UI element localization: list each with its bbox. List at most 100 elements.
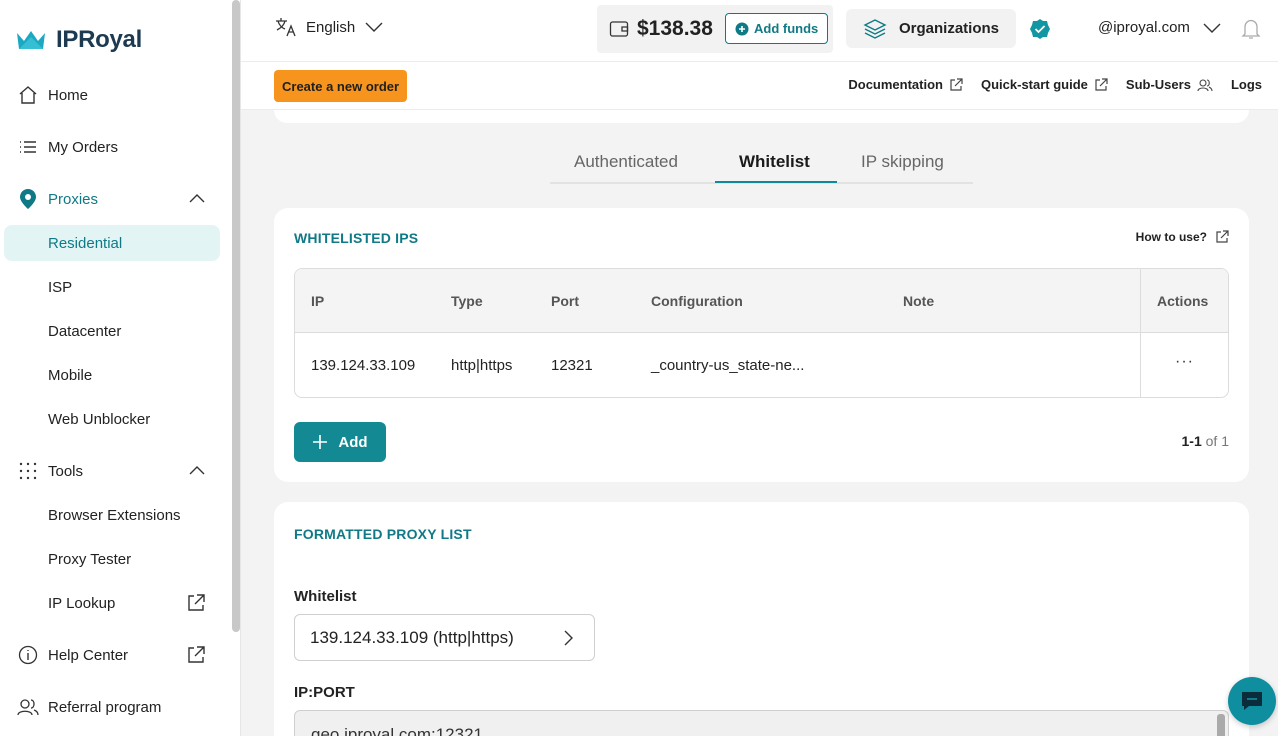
- external-link-icon: [950, 77, 963, 91]
- sidebar-item-isp[interactable]: ISP: [4, 269, 220, 305]
- pagination-range: 1-1: [1181, 433, 1202, 449]
- chevron-up-icon[interactable]: [188, 463, 206, 480]
- how-to-use-label: How to use?: [1135, 230, 1207, 244]
- top-header: English $138.38 Add funds Organizations …: [241, 0, 1278, 62]
- sub-users-label: Sub-Users: [1125, 77, 1191, 92]
- balance-amount: $138.38: [637, 17, 713, 40]
- layers-icon: [863, 18, 887, 39]
- row-actions-menu-button[interactable]: ···: [1175, 353, 1194, 371]
- language-selector[interactable]: English: [275, 17, 384, 37]
- verified-badge-icon: [1029, 18, 1051, 45]
- whitelist-select[interactable]: 139.124.33.109 (http|https): [294, 614, 595, 661]
- ip-port-value: geo.iproyal.com:12321: [311, 725, 484, 736]
- sidebar-item-mobile[interactable]: Mobile: [4, 357, 220, 393]
- bell-icon[interactable]: [1241, 18, 1261, 45]
- sidebar-item-label: IP Lookup: [48, 594, 116, 612]
- chevron-up-icon[interactable]: [188, 191, 206, 208]
- whitelist-field-label: Whitelist: [294, 588, 357, 605]
- textarea-scrollbar[interactable]: [1217, 714, 1225, 736]
- column-header-type: Type: [451, 293, 483, 309]
- column-header-configuration: Configuration: [651, 293, 743, 309]
- table-header: IP Type Port Configuration Note: [295, 269, 1228, 333]
- add-label: Add: [338, 433, 368, 451]
- sidebar: IPRoyal Home My Orders Proxies Residenti…: [0, 0, 241, 736]
- create-order-button[interactable]: Create a new order: [274, 70, 408, 102]
- external-link-icon: [1216, 230, 1229, 243]
- tab-whitelist[interactable]: Whitelist: [739, 152, 810, 172]
- sidebar-item-proxies[interactable]: Proxies: [4, 181, 220, 217]
- cell-type: http|https: [451, 357, 513, 374]
- users-icon: [1197, 78, 1213, 91]
- whitelist-selected-value: 139.124.33.109 (http|https): [310, 627, 514, 647]
- how-to-use-link[interactable]: How to use?: [1136, 230, 1229, 244]
- sidebar-item-web-unblocker[interactable]: Web Unblocker: [4, 401, 220, 437]
- sidebar-item-proxy-tester[interactable]: Proxy Tester: [4, 541, 220, 577]
- sidebar-item-label: Referral program: [48, 698, 162, 716]
- column-header-actions: Actions: [1157, 293, 1209, 309]
- column-header-port: Port: [551, 293, 579, 309]
- sub-users-link[interactable]: Sub-Users: [1126, 77, 1213, 92]
- external-link-icon: [186, 593, 206, 617]
- brand-name: IPRoyal: [56, 26, 142, 53]
- grid-dots-icon: [17, 460, 39, 482]
- column-header-note: Note: [903, 293, 935, 309]
- sidebar-item-ip-lookup[interactable]: IP Lookup: [4, 585, 220, 621]
- tab-authenticated[interactable]: Authenticated: [574, 152, 678, 172]
- sidebar-item-residential[interactable]: Residential: [4, 225, 220, 261]
- documentation-label: Documentation: [848, 77, 943, 92]
- organizations-label: Organizations: [899, 20, 1000, 37]
- chat-bubble-icon: [1242, 692, 1262, 710]
- translate-icon: [276, 18, 296, 37]
- sidebar-scrollbar[interactable]: [232, 0, 240, 632]
- add-whitelist-ip-button[interactable]: Add: [294, 422, 386, 462]
- organizations-button[interactable]: Organizations: [846, 9, 1016, 48]
- info-icon: [17, 644, 39, 666]
- crown-logo-icon: [17, 31, 45, 49]
- sidebar-item-home[interactable]: Home: [4, 77, 220, 113]
- logs-link[interactable]: Logs: [1231, 77, 1262, 92]
- logo[interactable]: IPRoyal: [16, 26, 142, 54]
- add-funds-button[interactable]: Add funds: [725, 13, 829, 44]
- card-title: FORMATTED PROXY LIST: [294, 526, 472, 542]
- sidebar-item-label: Help Center: [48, 646, 129, 664]
- sidebar-item-my-orders[interactable]: My Orders: [4, 129, 220, 165]
- whitelisted-ips-card: WHITELISTED IPS How to use? IP Type Port…: [274, 208, 1249, 482]
- user-menu[interactable]: @iproyal.com: [1098, 19, 1222, 36]
- ip-port-field-label: IP:PORT: [294, 684, 355, 701]
- chevron-right-icon: [564, 630, 573, 646]
- add-funds-label: Add funds: [754, 21, 819, 36]
- cell-ip: 139.124.33.109: [311, 357, 416, 374]
- language-label: English: [306, 18, 356, 36]
- sidebar-item-label: Home: [48, 86, 89, 104]
- tab-ip-skipping[interactable]: IP skipping: [861, 152, 944, 172]
- plus-circle-icon: [735, 22, 749, 35]
- user-email: @iproyal.com: [1098, 19, 1190, 36]
- actions-column: Actions ···: [1140, 269, 1228, 397]
- ip-port-textarea[interactable]: geo.iproyal.com:12321: [294, 710, 1229, 736]
- users-icon: [17, 696, 39, 718]
- sidebar-item-label: Proxies: [48, 190, 99, 208]
- documentation-link[interactable]: Documentation: [848, 77, 963, 92]
- external-link-icon: [1095, 77, 1108, 91]
- plus-icon: [313, 435, 328, 449]
- wallet-icon: [609, 21, 629, 37]
- sidebar-item-datacenter[interactable]: Datacenter: [4, 313, 220, 349]
- quick-start-guide-link[interactable]: Quick-start guide: [981, 77, 1108, 92]
- sub-header: Create a new order Documentation Quick-s…: [241, 62, 1278, 110]
- sidebar-item-help-center[interactable]: Help Center: [4, 637, 220, 673]
- quick-start-label: Quick-start guide: [980, 77, 1088, 92]
- sidebar-item-browser-extensions[interactable]: Browser Extensions: [4, 497, 220, 533]
- chevron-down-icon: [365, 22, 383, 32]
- pagination-total: of 1: [1205, 433, 1229, 449]
- card-title: WHITELISTED IPS: [294, 230, 419, 246]
- proxy-auth-tabs: Authenticated Whitelist IP skipping: [550, 140, 973, 184]
- sidebar-item-referral-program[interactable]: Referral program: [4, 689, 220, 725]
- chat-support-button[interactable]: [1228, 677, 1276, 725]
- column-header-ip: IP: [311, 293, 325, 309]
- header-links: Documentation Quick-start guide Sub-User…: [848, 77, 1262, 92]
- home-icon: [17, 84, 39, 106]
- pagination-info: 1-1 of 1: [1182, 433, 1229, 449]
- active-tab-indicator: [715, 181, 837, 183]
- chevron-down-icon: [1203, 23, 1221, 33]
- sidebar-item-tools[interactable]: Tools: [4, 453, 220, 489]
